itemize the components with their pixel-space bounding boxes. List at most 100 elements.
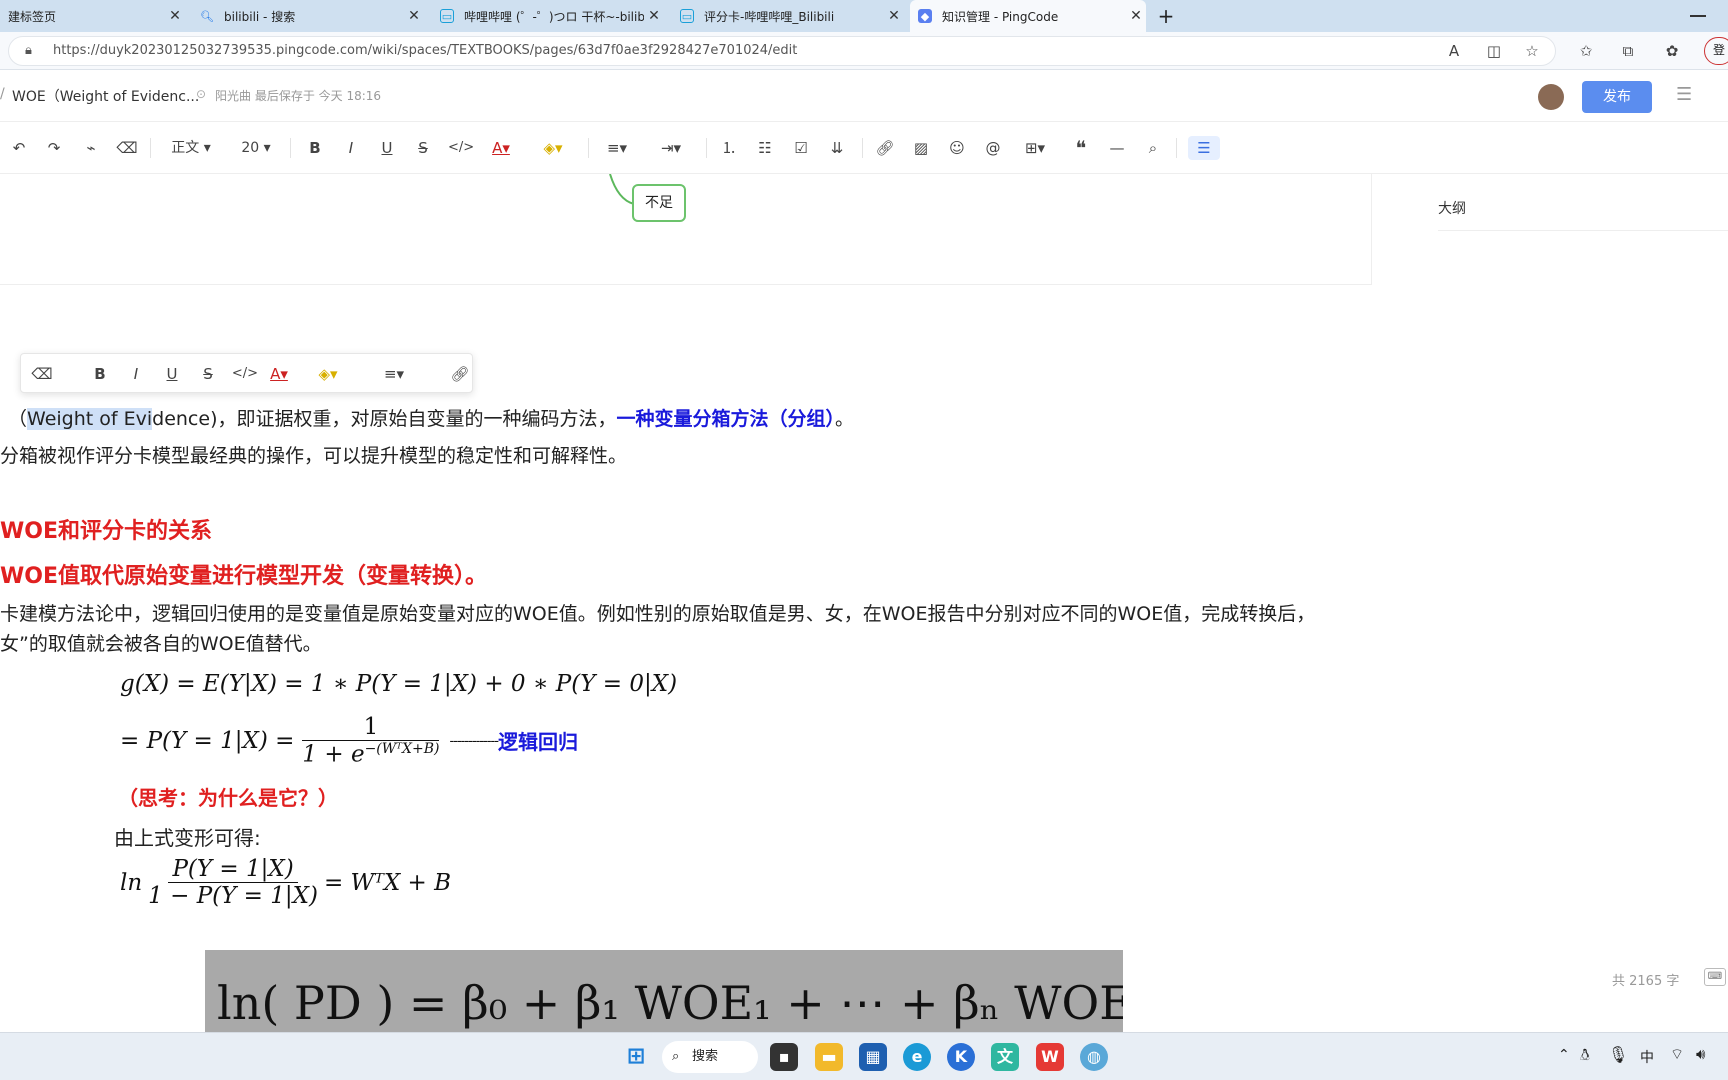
table-icon[interactable]: ⊞▾	[1018, 136, 1052, 160]
new-tab-button[interactable]: +	[1154, 4, 1178, 28]
read-aloud-icon[interactable]: A	[1444, 41, 1464, 61]
clear-format-icon[interactable]: ⌫	[116, 136, 138, 160]
heading-woe-scorecard: WOE和评分卡的关系	[0, 519, 212, 544]
bold-icon[interactable]: B	[89, 362, 111, 386]
italic-icon[interactable]: I	[125, 362, 147, 386]
url-input[interactable]: 🔒︎ https://duyk20230125032739535.pingcod…	[8, 36, 1556, 66]
format-painter-icon[interactable]: ⌁	[80, 136, 102, 160]
outline-label: 大纲	[1438, 201, 1466, 217]
paragraph-style-select[interactable]: 正文 ▾	[166, 136, 216, 160]
checklist-icon[interactable]: ☑	[790, 136, 812, 160]
search-replace-icon[interactable]: ⌕	[1142, 136, 1164, 160]
clear-format-icon[interactable]: ⌫	[31, 362, 53, 386]
page-title[interactable]: WOE（Weight of Evidenc...	[12, 86, 199, 106]
publish-button[interactable]: 发布	[1582, 81, 1652, 113]
indent-icon[interactable]: ⇥▾	[654, 136, 688, 160]
font-color-icon[interactable]: A▾	[486, 136, 516, 160]
browser-tab-bar: 建标签页 ✕ 🔍︎ bilibili - 搜索 ✕ ▭ 哔哩哔哩 (゜-゜)つロ…	[0, 0, 1728, 32]
tab-bilibili-scorecard[interactable]: ▭ 评分卡-哔哩哔哩_Bilibili ✕	[672, 0, 904, 32]
tab-bilibili-home[interactable]: ▭ 哔哩哔哩 (゜-゜)つロ 干杯~-bilibili ✕	[432, 0, 664, 32]
tab-pingcode[interactable]: ◆ 知识管理 - PingCode ✕	[910, 0, 1146, 32]
undo-icon[interactable]: ↶	[8, 136, 30, 160]
file-explorer-icon[interactable]: ▬	[815, 1043, 843, 1071]
formula-image-text: ln( PD ) = β₀ + β₁ WOE₁ + ⋯ + βₙ WOE	[217, 976, 1123, 1030]
link-icon[interactable]: 🔗︎	[874, 136, 896, 160]
think-question: （思考：为什么是它？）	[118, 786, 338, 810]
extensions-icon[interactable]: ✿	[1662, 41, 1682, 61]
input-language[interactable]: 中	[1640, 1047, 1654, 1067]
edge-icon[interactable]: e	[903, 1043, 931, 1071]
eq-fraction: P(Y = 1|X) 1 − P(Y = 1|X)	[148, 856, 318, 909]
outline-divider	[1438, 230, 1728, 231]
avatar[interactable]	[1538, 84, 1564, 110]
task-view-icon[interactable]: ▪	[770, 1043, 798, 1071]
paragraph-methodology-cont: 女”的取值就会被各自的WOE值替代。	[0, 633, 322, 655]
align-icon[interactable]: ≡▾	[377, 362, 411, 386]
app-icon[interactable]: 文	[991, 1043, 1019, 1071]
font-size-value: 20	[241, 140, 260, 156]
italic-icon[interactable]: I	[340, 136, 362, 160]
font-color-icon[interactable]: A▾	[263, 362, 295, 386]
tab-new-page[interactable]: 建标签页 ✕	[0, 0, 185, 32]
tab-close-icon[interactable]: ✕	[165, 8, 185, 24]
profile-login-button[interactable]: 登	[1704, 37, 1728, 65]
favorite-star-icon[interactable]: ☆	[1522, 41, 1542, 61]
align-icon[interactable]: ≡▾	[600, 136, 634, 160]
store-icon[interactable]: ▦	[859, 1043, 887, 1071]
list-menu-icon[interactable]: ☰	[1676, 84, 1692, 105]
mention-icon[interactable]: @	[982, 136, 1004, 160]
mindmap-embed[interactable]: 不足	[0, 174, 1372, 285]
reader-view-icon[interactable]: ◫	[1484, 41, 1504, 61]
mindmap-node[interactable]: 不足	[632, 184, 686, 222]
tray-overflow-icon[interactable]: ⌃	[1558, 1047, 1570, 1063]
keyboard-icon[interactable]: ⌨	[1704, 968, 1726, 986]
outline-toggle-icon[interactable]: ☰	[1188, 136, 1220, 160]
globe-app-icon[interactable]: ◍	[1080, 1043, 1108, 1071]
wifi-icon[interactable]: ⌔	[1670, 1045, 1684, 1064]
tab-bilibili-search[interactable]: 🔍︎ bilibili - 搜索 ✕	[192, 0, 424, 32]
redo-icon[interactable]: ↷	[43, 136, 65, 160]
highlight-icon[interactable]: ◈▾	[536, 136, 570, 160]
tab-close-icon[interactable]: ✕	[404, 8, 424, 24]
tab-title: bilibili - 搜索	[224, 9, 296, 24]
kugou-icon[interactable]: K	[947, 1043, 975, 1071]
taskbar-search[interactable]: ⌕ 搜索	[662, 1041, 758, 1073]
code-icon[interactable]: </>	[448, 136, 474, 160]
strikethrough-icon[interactable]: S	[412, 136, 434, 160]
code-icon[interactable]: </>	[231, 362, 259, 386]
divider-icon[interactable]: —	[1106, 136, 1128, 160]
saved-check-icon: ⊙	[196, 87, 207, 101]
ordered-list-icon[interactable]: ⒈	[718, 136, 740, 160]
strikethrough-icon[interactable]: S	[197, 362, 219, 386]
font-size-select[interactable]: 20 ▾	[238, 136, 274, 160]
text: 。	[835, 408, 855, 430]
bilibili-icon: ▭	[440, 9, 454, 23]
quote-icon[interactable]: ❝	[1070, 136, 1092, 160]
underline-icon[interactable]: U	[161, 362, 183, 386]
volume-icon[interactable]: 🔊︎	[1696, 1045, 1705, 1063]
windows-start-icon[interactable]: ⊞	[622, 1043, 650, 1071]
image-icon[interactable]: ▨	[910, 136, 932, 160]
tab-close-icon[interactable]: ✕	[644, 8, 664, 24]
bullet-list-icon[interactable]: ☷	[754, 136, 776, 160]
wps-icon[interactable]: W	[1036, 1043, 1064, 1071]
tab-close-icon[interactable]: ✕	[884, 8, 904, 24]
collections-icon[interactable]: ⧉	[1618, 41, 1638, 61]
underline-icon[interactable]: U	[376, 136, 398, 160]
collapse-icon[interactable]: ⇊	[826, 136, 848, 160]
minimize-icon[interactable]	[1690, 15, 1706, 17]
heading-woe-transform: WOE值取代原始变量进行模型开发（变量转换）。	[0, 564, 487, 589]
tab-close-icon[interactable]: ✕	[1126, 8, 1146, 24]
microphone-icon[interactable]: 🎙︎	[1608, 1045, 1628, 1064]
highlight-icon[interactable]: ◈▾	[311, 362, 345, 386]
paragraph-methodology: 卡建模方法论中，逻辑回归使用的是变量值是原始变量对应的WOE值。例如性别的原始取…	[0, 603, 1316, 625]
qq-icon[interactable]: 🐧︎	[1580, 1045, 1590, 1067]
tab-title: 知识管理 - PingCode	[942, 9, 1059, 24]
link-icon[interactable]: 🔗︎	[449, 362, 471, 386]
equation-expectation: g(X) = E(Y|X) = 1 ∗ P(Y = 1|X) + 0 ∗ P(Y…	[120, 671, 678, 697]
editor-content[interactable]: 不足 ⌫ B I U S </> A▾ ◈▾ ≡▾ 🔗︎ （Weight of …	[0, 174, 1400, 1032]
emoji-icon[interactable]: ☺	[946, 136, 968, 160]
embedded-formula-image[interactable]: ln( PD ) = β₀ + β₁ WOE₁ + ⋯ + βₙ WOE	[205, 950, 1123, 1032]
favorites-icon[interactable]: ✩	[1576, 41, 1596, 61]
bold-icon[interactable]: B	[304, 136, 326, 160]
